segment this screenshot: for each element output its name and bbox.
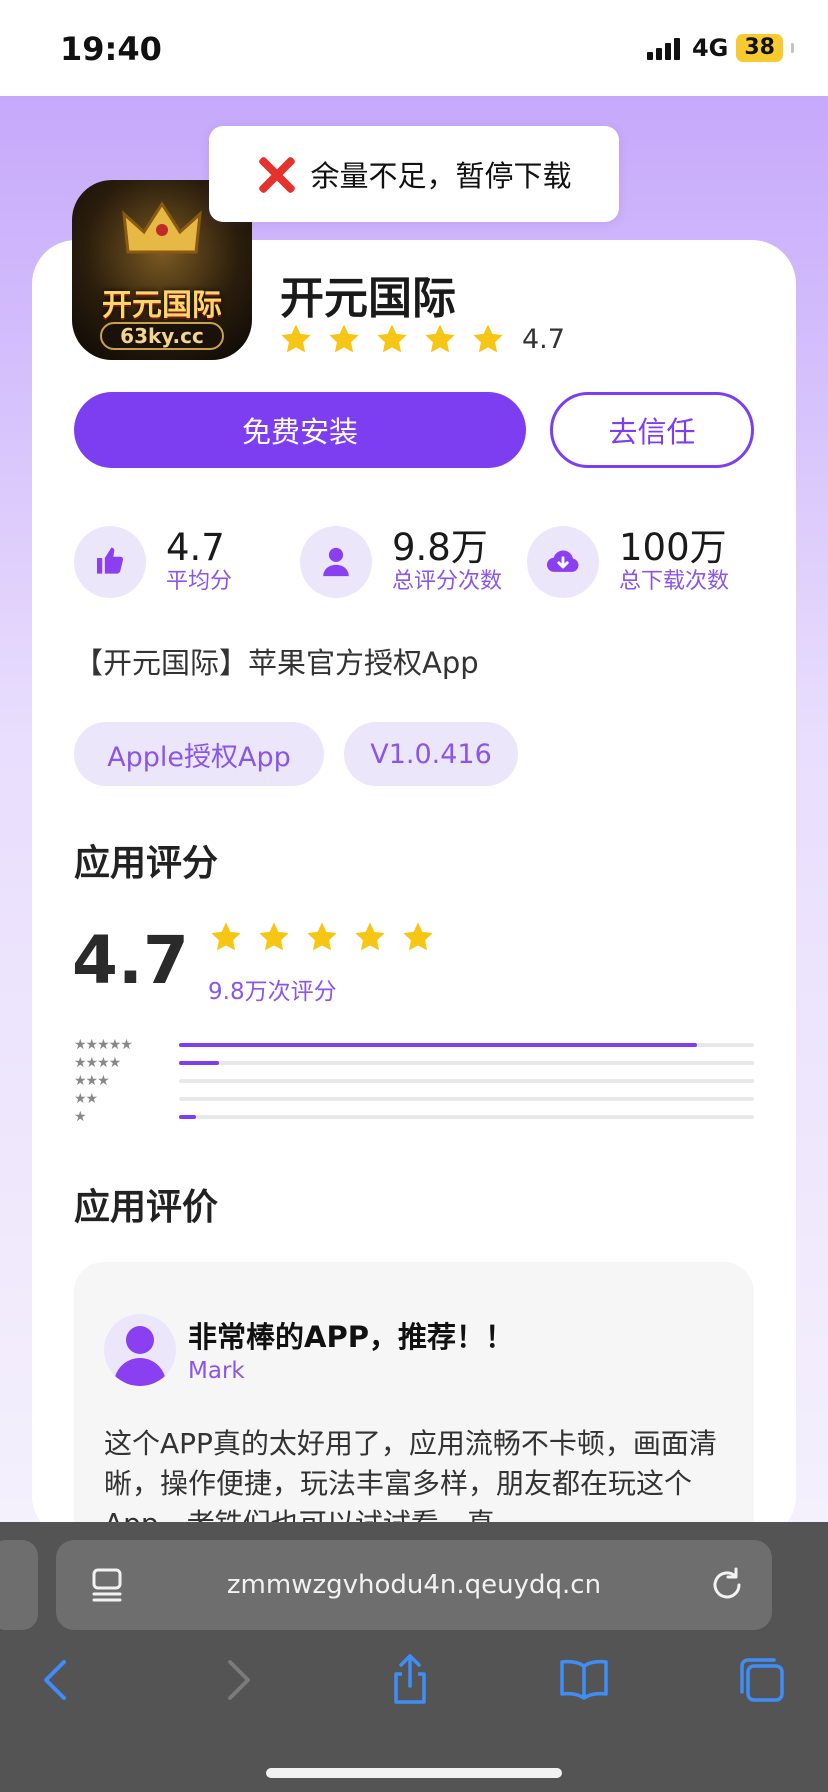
rating-count: 9.8万次评分 [208, 979, 337, 1005]
star-icon [422, 322, 458, 356]
battery-icon: 38 [736, 34, 783, 62]
rating-bar-fill [179, 1115, 197, 1119]
rating-bar-row: ★★ [74, 1090, 754, 1108]
star-icon [326, 322, 362, 356]
review-author: Mark [188, 1358, 245, 1384]
status-indicators: 4G 38 [646, 34, 794, 62]
status-bar: 19:40 4G 38 [0, 0, 828, 96]
battery-tip [791, 43, 794, 53]
star-icon [256, 920, 292, 954]
rating-bar-row: ★ [74, 1108, 754, 1126]
address-bar[interactable]: zmmwzgvhodu4n.qeuydq.cn [56, 1540, 772, 1630]
share-icon[interactable] [382, 1652, 438, 1708]
review-section-title: 应用评价 [74, 1187, 219, 1228]
rating-bar-stars: ★★★★★ [74, 1037, 133, 1053]
review-title: 非常棒的APP，推荐！！ [188, 1320, 514, 1354]
rating-bar-stars: ★ [74, 1109, 87, 1125]
user-icon [323, 547, 349, 577]
app-description: 【开元国际】苹果官方授权App [74, 646, 479, 680]
signal-icon [646, 36, 680, 60]
star-icon [400, 920, 436, 954]
rating-bar-track [179, 1061, 754, 1065]
rating-bar-stars: ★★★ [74, 1073, 110, 1089]
stat-label: 总下载次数 [619, 569, 730, 594]
stat-icon-circle [300, 526, 372, 598]
status-time: 19:40 [60, 30, 162, 68]
stat-download-count: 100万 总下载次数 [527, 526, 729, 598]
url-text[interactable]: zmmwzgvhodu4n.qeuydq.cn [56, 1570, 772, 1600]
stat-value: 100万 [619, 526, 727, 569]
rating-big-score: 4.7 [72, 922, 189, 999]
star-icon [208, 920, 244, 954]
star-icon [470, 322, 506, 356]
stat-icon-circle [527, 526, 599, 598]
rating-bar-track [179, 1097, 754, 1101]
error-x-icon [256, 154, 296, 194]
star-icon [304, 920, 340, 954]
rating-bar-fill [179, 1061, 220, 1065]
tag-version: V1.0.416 [344, 722, 518, 786]
avatar [104, 1314, 176, 1386]
back-icon[interactable] [30, 1652, 86, 1708]
rating-bar-track [179, 1115, 754, 1119]
install-button[interactable]: 免费安装 [74, 392, 526, 468]
tabs-icon[interactable] [734, 1652, 790, 1708]
stat-average-score: 4.7 平均分 [74, 526, 232, 598]
trust-button[interactable]: 去信任 [550, 392, 754, 468]
home-indicator [266, 1768, 562, 1778]
thumbs-up-icon [97, 547, 124, 574]
header-star-rating [278, 322, 518, 356]
previous-tab-edge[interactable] [0, 1540, 38, 1630]
rating-bar-row: ★★★★★ [74, 1036, 754, 1054]
bookmarks-icon[interactable] [556, 1652, 612, 1708]
app-icon-domain: 63ky.cc [100, 322, 224, 350]
rating-bar-track [179, 1043, 754, 1047]
browser-toolbar: zmmwzgvhodu4n.qeuydq.cn [0, 1522, 828, 1792]
crown-icon [122, 201, 202, 254]
cloud-download-icon [546, 550, 579, 572]
rating-bar-stars: ★★ [74, 1091, 98, 1107]
toast-message: 余量不足，暂停下载 [310, 159, 572, 193]
stat-value: 4.7 [166, 526, 225, 569]
download-paused-toast: 余量不足，暂停下载 [209, 126, 619, 222]
app-icon-brand: 开元国际 [102, 288, 222, 323]
rating-bar-fill [179, 1043, 697, 1047]
app-name: 开元国际 [280, 273, 456, 324]
reload-icon[interactable] [708, 1566, 746, 1604]
rating-star-row [208, 920, 448, 954]
star-icon [374, 322, 410, 356]
rating-section-title: 应用评分 [74, 843, 219, 884]
star-icon [352, 920, 388, 954]
stat-value: 9.8万 [392, 526, 488, 569]
stat-label: 总评分次数 [392, 569, 503, 594]
network-type: 4G [691, 34, 729, 62]
forward-icon[interactable] [208, 1652, 264, 1708]
rating-bar-row: ★★★ [74, 1072, 754, 1090]
rating-bar-track [179, 1079, 754, 1083]
rating-bar-stars: ★★★★ [74, 1055, 121, 1071]
rating-bar-row: ★★★★ [74, 1054, 754, 1072]
stat-icon-circle [74, 526, 146, 598]
stat-rating-count: 9.8万 总评分次数 [300, 526, 502, 598]
star-icon [278, 322, 314, 356]
tag-apple-authorized: Apple授权App [74, 722, 324, 786]
header-rating-value: 4.7 [522, 324, 565, 355]
stat-label: 平均分 [166, 569, 233, 594]
